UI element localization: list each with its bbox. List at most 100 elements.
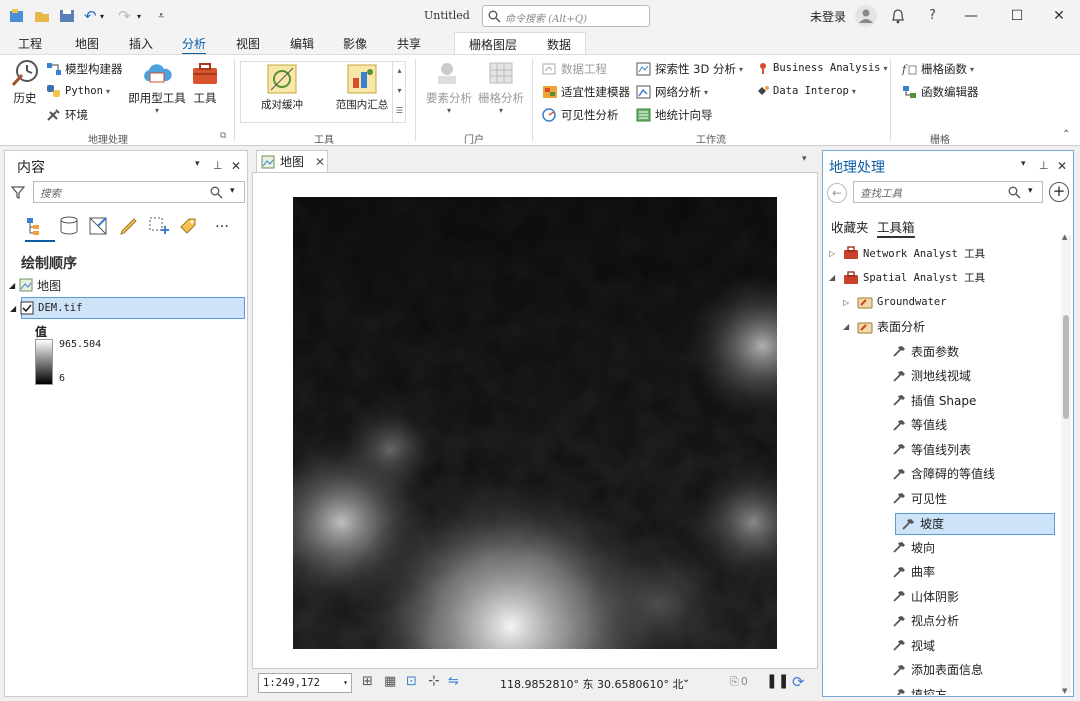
filter-icon[interactable]	[10, 185, 26, 202]
close-pane-icon[interactable]: ✕	[1057, 159, 1067, 173]
search-options-dropdown-icon[interactable]: ▾	[1028, 186, 1033, 196]
gallery-expand-icon[interactable]: ☰	[393, 101, 406, 121]
python-dropdown-icon[interactable]: ▾	[106, 87, 110, 96]
avatar-icon[interactable]	[855, 5, 877, 27]
visibility-analysis-button[interactable]: 可见性分析	[542, 107, 619, 123]
python-button[interactable]: Python ▾	[46, 84, 110, 98]
tools-button[interactable]: 工具	[190, 59, 220, 106]
map-canvas[interactable]	[252, 172, 818, 669]
toolset-item[interactable]: ▷ Groundwater	[843, 292, 947, 312]
fixed-zoom-icon[interactable]: ⊞	[362, 674, 373, 689]
feature-analysis-dropdown-icon[interactable]: ▾	[424, 106, 474, 115]
raster-analysis-button[interactable]: 栅格分析 ▾	[476, 59, 526, 115]
scroll-down-icon[interactable]: ▼	[1062, 687, 1067, 695]
tool-item[interactable]: 视域	[857, 635, 935, 655]
dem-raster-image[interactable]	[293, 197, 777, 649]
tab-map[interactable]: 地图	[75, 35, 99, 52]
scrollbar-thumb[interactable]	[1063, 315, 1069, 419]
undo-dropdown-icon[interactable]: ▾	[100, 12, 118, 30]
navigate-icon[interactable]: ⊹	[428, 673, 440, 689]
collapse-arrow-icon[interactable]: ◢	[829, 273, 839, 282]
tool-item[interactable]: 等值线列表	[857, 439, 971, 459]
notification-bell-icon[interactable]	[890, 7, 906, 28]
back-button[interactable]: ←	[827, 183, 847, 203]
tool-item[interactable]: 坡度	[895, 512, 1055, 535]
close-map-tab-icon[interactable]: ✕	[315, 155, 325, 169]
grid-icon[interactable]: ▦	[384, 674, 396, 689]
raster-functions-button[interactable]: f 栅格函数 ▾	[902, 61, 974, 77]
list-by-drawing-order-icon[interactable]	[25, 215, 49, 240]
redo-dropdown-icon[interactable]: ▾	[137, 12, 155, 30]
toolbox-item[interactable]: ▷ Network Analyst 工具	[829, 243, 985, 263]
raster-functions-dropdown-icon[interactable]: ▾	[970, 65, 974, 74]
redo-icon[interactable]: ↷	[118, 7, 136, 25]
layer-dem[interactable]: ◢ DEM.tif	[10, 297, 245, 319]
model-builder-button[interactable]: 模型构建器	[46, 61, 123, 77]
tab-imagery[interactable]: 影像	[343, 35, 367, 52]
coordinate-format-dropdown-icon[interactable]: ⌄	[682, 674, 690, 685]
geostatistical-wizard-button[interactable]: 地统计向导	[636, 107, 713, 123]
environments-button[interactable]: 环境	[46, 107, 88, 123]
tab-raster-layer[interactable]: 栅格图层	[469, 36, 517, 53]
gallery-up-icon[interactable]: ▴	[393, 61, 406, 81]
tool-item[interactable]: 填挖方	[857, 684, 947, 695]
tab-toolboxes[interactable]: 工具箱	[877, 217, 915, 238]
tab-share[interactable]: 共享	[397, 35, 421, 52]
pane-menu-icon[interactable]: ▾	[1021, 159, 1026, 169]
tab-edit[interactable]: 编辑	[290, 35, 314, 52]
gallery-item-summarize-within[interactable]: 范围内汇总	[325, 64, 399, 112]
close-pane-icon[interactable]: ✕	[231, 159, 241, 173]
tool-item[interactable]: 山体阴影	[857, 586, 959, 606]
list-by-selection-icon[interactable]	[87, 215, 111, 240]
customize-qat-icon[interactable]: ⩡	[158, 9, 176, 27]
feature-analysis-button[interactable]: 要素分析 ▾	[424, 59, 474, 115]
expand-arrow-icon[interactable]: ▷	[843, 298, 853, 307]
tab-project[interactable]: 工程	[18, 35, 42, 52]
expand-arrow-icon[interactable]: ▷	[829, 249, 839, 258]
list-by-source-icon[interactable]	[57, 215, 81, 240]
close-window-button[interactable]: ✕	[1036, 0, 1080, 32]
business-analysis-dropdown-icon[interactable]: ▾	[883, 64, 887, 73]
scale-selector[interactable]: 1:249,172 ▾	[258, 673, 352, 693]
pin-icon[interactable]: ⊥	[1039, 159, 1049, 172]
more-options-icon[interactable]: …	[215, 215, 230, 231]
exploratory-3d-button[interactable]: 探索性 3D 分析 ▾	[636, 61, 743, 77]
map-node[interactable]: ◢ 地图	[9, 275, 61, 295]
tab-data[interactable]: 数据	[547, 36, 571, 53]
tool-item[interactable]: 曲率	[857, 562, 935, 582]
list-by-labeling-icon[interactable]	[177, 215, 201, 240]
command-search-input[interactable]: 命令搜索 (Alt+Q)	[482, 5, 650, 27]
minimize-button[interactable]: —	[948, 0, 994, 32]
collapse-arrow-icon[interactable]: ◢	[843, 322, 853, 331]
tool-item[interactable]: 等值线	[857, 415, 947, 435]
collapse-ribbon-icon[interactable]: ⌃	[1062, 129, 1070, 140]
network-analysis-button[interactable]: 网络分析 ▾	[636, 84, 708, 100]
network-analysis-dropdown-icon[interactable]: ▾	[704, 88, 708, 97]
tab-analysis[interactable]: 分析	[182, 35, 207, 55]
tool-item[interactable]: 视点分析	[857, 611, 959, 631]
gallery-down-icon[interactable]: ▾	[393, 81, 406, 101]
collapse-arrow-icon[interactable]: ◢	[9, 281, 15, 290]
flip-icon[interactable]: ⇋	[448, 674, 459, 689]
function-editor-button[interactable]: 函数编辑器	[902, 84, 979, 100]
refresh-icon[interactable]: ⟳	[792, 673, 805, 691]
history-button[interactable]: 历史	[8, 59, 42, 106]
pause-drawing-button[interactable]: ❚❚	[766, 673, 789, 689]
tab-list-dropdown-icon[interactable]: ▾	[802, 154, 807, 164]
tool-item[interactable]: 表面参数	[857, 341, 959, 361]
signin-status[interactable]: 未登录	[810, 8, 846, 25]
raster-analysis-dropdown-icon[interactable]: ▾	[476, 106, 526, 115]
toolset-item[interactable]: ◢ 表面分析	[843, 317, 925, 337]
data-interop-button[interactable]: Data Interop ▾	[756, 84, 856, 98]
group-launcher-icon[interactable]: ⧉	[220, 131, 226, 141]
data-engineering-button[interactable]: 数据工程	[542, 61, 607, 77]
contents-search-input[interactable]: 搜索 ▾	[33, 181, 245, 203]
tool-item[interactable]: 含障碍的等值线	[857, 464, 995, 484]
map-view-tab[interactable]: 地图 ✕	[256, 150, 328, 172]
search-options-dropdown-icon[interactable]: ▾	[230, 186, 235, 196]
scroll-up-icon[interactable]: ▲	[1062, 233, 1067, 241]
save-icon[interactable]	[58, 7, 76, 25]
scale-dropdown-icon[interactable]: ▾	[343, 678, 348, 687]
tool-item[interactable]: 插值 Shape	[857, 390, 976, 410]
pane-menu-icon[interactable]: ▾	[195, 159, 200, 169]
